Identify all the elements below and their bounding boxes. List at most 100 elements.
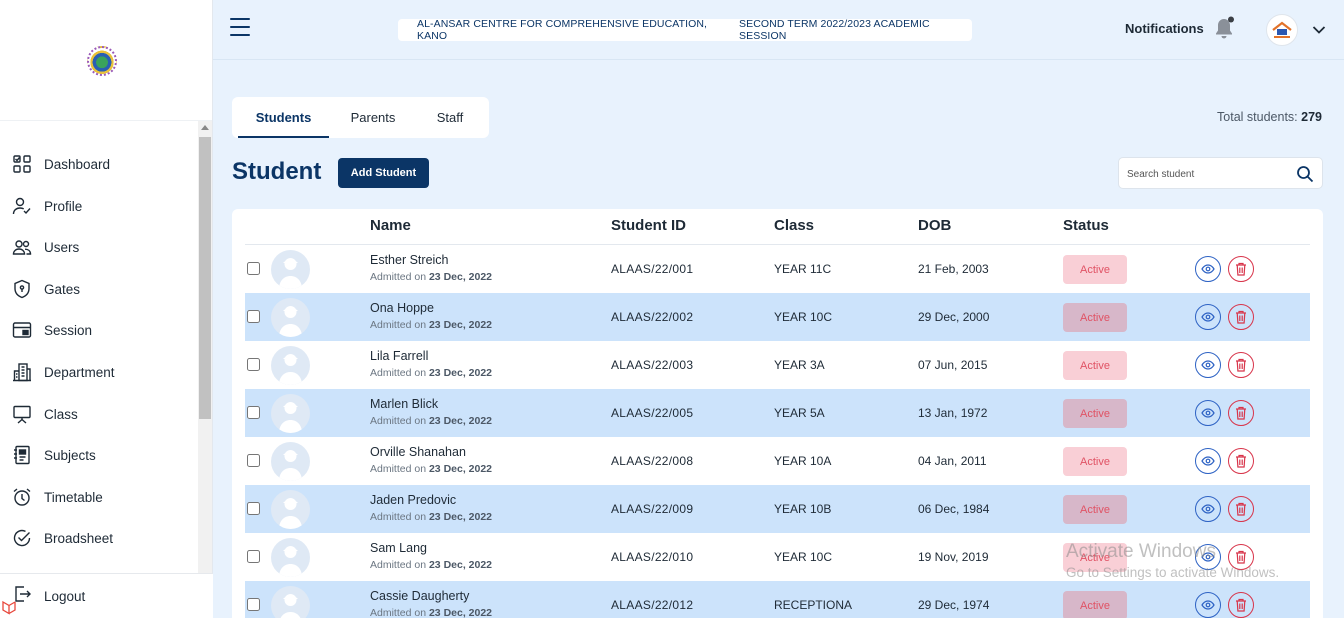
student-id: ALAAS/22/005 <box>611 406 694 420</box>
sidebar-item-label: Timetable <box>44 489 103 505</box>
student-name[interactable]: Cassie Daugherty <box>370 589 469 603</box>
student-avatar <box>271 346 310 385</box>
delete-button[interactable] <box>1228 256 1254 282</box>
logout-button[interactable]: Logout <box>0 573 213 618</box>
delete-button[interactable] <box>1228 304 1254 330</box>
sidebar-item-timetable[interactable]: Timetable <box>0 477 198 517</box>
sidebar-item-gates[interactable]: Gates <box>0 269 198 309</box>
student-class: YEAR 10B <box>774 502 832 516</box>
trash-icon <box>1235 598 1247 612</box>
trash-icon <box>1235 454 1247 468</box>
profile-icon <box>12 196 32 216</box>
view-button[interactable] <box>1195 256 1221 282</box>
trash-icon <box>1235 406 1247 420</box>
sidebar-item-dashboard[interactable]: Dashboard <box>0 144 198 184</box>
tab-staff[interactable]: Staff <box>417 97 483 138</box>
admitted-prefix: Admitted on <box>370 319 427 331</box>
table-row: Cassie Daugherty Admitted on 23 Dec, 2022… <box>245 581 1310 618</box>
sidebar-item-department[interactable]: Department <box>0 352 198 392</box>
view-button[interactable] <box>1195 592 1221 618</box>
trash-icon <box>1235 502 1247 516</box>
trash-icon <box>1235 358 1247 372</box>
user-avatar[interactable] <box>1266 14 1298 46</box>
view-button[interactable] <box>1195 352 1221 378</box>
sidebar-item-profile[interactable]: Profile <box>0 186 198 226</box>
student-name[interactable]: Marlen Blick <box>370 397 438 411</box>
admitted-date-value: 23 Dec, 2022 <box>428 271 493 283</box>
delete-button[interactable] <box>1228 496 1254 522</box>
delete-button[interactable] <box>1228 400 1254 426</box>
row-checkbox[interactable] <box>247 358 260 371</box>
sidebar-item-session[interactable]: Session <box>0 310 198 350</box>
view-button[interactable] <box>1195 304 1221 330</box>
menu-icon[interactable] <box>230 18 250 36</box>
row-checkbox[interactable] <box>247 262 260 275</box>
delete-button[interactable] <box>1228 448 1254 474</box>
student-name[interactable]: Esther Streich <box>370 253 449 267</box>
student-avatar <box>271 250 310 289</box>
view-button[interactable] <box>1195 448 1221 474</box>
row-checkbox[interactable] <box>247 406 260 419</box>
notifications-label[interactable]: Notifications <box>1125 21 1204 36</box>
table-row: Lila Farrell Admitted on 23 Dec, 2022 ALAA… <box>245 341 1310 389</box>
status-badge: Active <box>1063 495 1127 524</box>
sidebar-item-subjects[interactable]: Subjects <box>0 435 198 475</box>
sidebar-scrollbar[interactable] <box>198 121 212 573</box>
eye-icon <box>1201 408 1215 418</box>
student-name[interactable]: Jaden Predovic <box>370 493 456 507</box>
status-badge: Active <box>1063 351 1127 380</box>
tab-students[interactable]: Students <box>238 97 329 138</box>
table-row: Marlen Blick Admitted on 23 Dec, 2022 ALAA… <box>245 389 1310 437</box>
total-students-label: Total students: <box>1217 110 1298 124</box>
search-icon[interactable] <box>1296 165 1314 188</box>
admitted-date: Admitted on 23 Dec, 2022 <box>370 319 492 331</box>
logo-area <box>0 0 212 121</box>
scroll-up-arrow-icon[interactable] <box>201 125 209 130</box>
delete-button[interactable] <box>1228 352 1254 378</box>
student-name[interactable]: Ona Hoppe <box>370 301 434 315</box>
add-student-button[interactable]: Add Student <box>338 158 429 188</box>
row-checkbox[interactable] <box>247 454 260 467</box>
scrollbar-thumb[interactable] <box>199 137 211 419</box>
search-input[interactable] <box>1127 164 1287 184</box>
row-checkbox[interactable] <box>247 550 260 563</box>
student-dob: 13 Jan, 1972 <box>918 406 988 420</box>
eye-icon <box>1201 552 1215 562</box>
student-avatar <box>271 298 310 337</box>
sidebar-item-label: Subjects <box>44 447 96 463</box>
admitted-date-value: 23 Dec, 2022 <box>428 415 493 427</box>
trash-icon <box>1235 310 1247 324</box>
chevron-down-icon[interactable] <box>1312 22 1326 40</box>
school-banner: AL-ANSAR CENTRE FOR COMPREHENSIVE EDUCAT… <box>398 18 972 42</box>
view-button[interactable] <box>1195 496 1221 522</box>
sidebar-item-users[interactable]: Users <box>0 227 198 267</box>
sidebar-item-broadsheet[interactable]: Broadsheet <box>0 518 198 558</box>
student-dob: 29 Dec, 2000 <box>918 310 990 324</box>
sidebar-item-label: Profile <box>44 198 83 214</box>
sidebar: Dashboard Profile Users Gates Session De… <box>0 0 213 618</box>
sidebar-item-class[interactable]: Class <box>0 394 198 434</box>
row-checkbox[interactable] <box>247 502 260 515</box>
eye-icon <box>1201 360 1215 370</box>
table-row: Esther Streich Admitted on 23 Dec, 2022 AL… <box>245 245 1310 293</box>
total-students-value: 279 <box>1301 110 1322 124</box>
school-logo <box>87 46 117 76</box>
student-name[interactable]: Sam Lang <box>370 541 427 555</box>
delete-button[interactable] <box>1228 544 1254 570</box>
status-badge: Active <box>1063 591 1127 618</box>
bell-icon[interactable] <box>1213 16 1235 40</box>
student-avatar <box>271 394 310 433</box>
view-button[interactable] <box>1195 544 1221 570</box>
tab-parents[interactable]: Parents <box>329 97 417 138</box>
student-name[interactable]: Orville Shanahan <box>370 445 466 459</box>
delete-button[interactable] <box>1228 592 1254 618</box>
sidebar-item-label: Session <box>44 322 93 338</box>
debugbar-icon[interactable] <box>0 596 22 618</box>
sidebar-item-label: Broadsheet <box>44 530 114 546</box>
admitted-date: Admitted on 23 Dec, 2022 <box>370 607 492 618</box>
student-name[interactable]: Lila Farrell <box>370 349 428 363</box>
student-id: ALAAS/22/012 <box>611 598 694 612</box>
view-button[interactable] <box>1195 400 1221 426</box>
row-checkbox[interactable] <box>247 598 260 611</box>
row-checkbox[interactable] <box>247 310 260 323</box>
